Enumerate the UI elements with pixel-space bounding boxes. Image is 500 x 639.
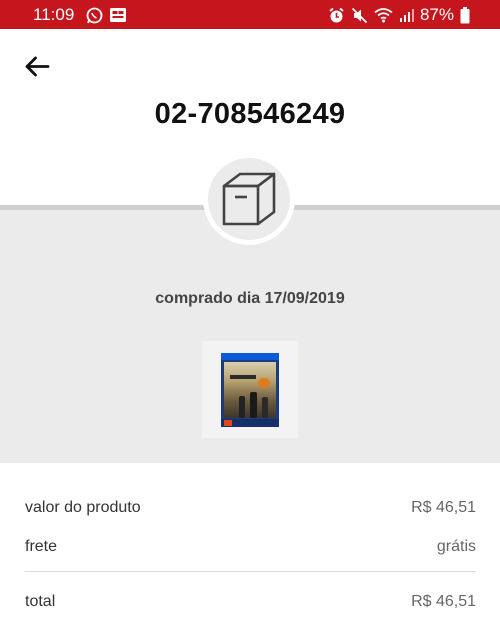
wifi-icon <box>374 8 393 23</box>
package-box-badge <box>203 153 295 245</box>
shipping-value: grátis <box>436 538 476 555</box>
summary-divider <box>25 571 476 572</box>
alarm-icon <box>329 7 344 22</box>
mute-icon <box>351 7 368 23</box>
order-number: 02-708546249 <box>154 98 346 130</box>
status-bar: 11:09 87% <box>0 0 500 29</box>
shipping-row: frete grátis <box>25 538 476 558</box>
status-left-icons <box>86 6 127 24</box>
total-label: total <box>25 593 56 610</box>
status-time: 11:09 <box>33 5 75 24</box>
product-thumbnail[interactable] <box>202 341 298 438</box>
back-button[interactable] <box>20 50 54 84</box>
arrow-left-icon <box>25 56 50 77</box>
product-value-amount: R$ 46,51 <box>411 499 476 516</box>
status-right-icons: 87% <box>328 5 470 25</box>
product-value-row: valor do produto R$ 46,51 <box>25 499 476 519</box>
package-box-icon <box>222 172 276 226</box>
signal-icon <box>399 8 414 22</box>
whatsapp-icon <box>86 7 103 23</box>
notification-icon <box>110 8 126 22</box>
shipping-label: frete <box>25 538 58 555</box>
purchase-date: comprado dia 17/09/2019 <box>155 290 345 307</box>
total-row: total R$ 46,51 <box>25 593 476 613</box>
product-value-label: valor do produto <box>25 499 141 516</box>
total-value: R$ 46,51 <box>411 593 476 610</box>
game-cover-image <box>221 352 279 427</box>
battery-percent: 87% <box>419 5 454 24</box>
battery-icon <box>460 6 470 23</box>
